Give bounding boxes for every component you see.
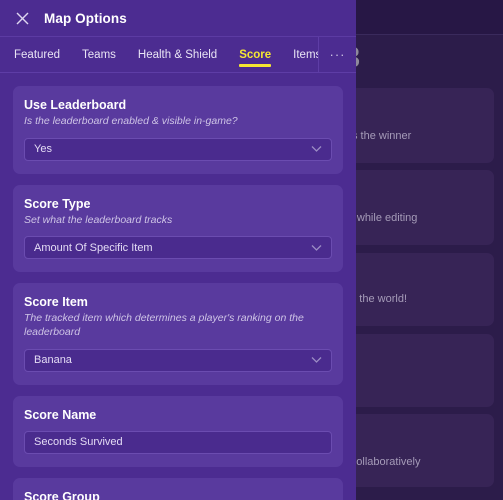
setting-title: Score Name [24,407,97,422]
setting-card: Use Leaderboard Is the leaderboard enable… [13,86,343,174]
tab-bar: FeaturedTeamsHealth & ShieldScoreItemsU … [0,37,356,73]
panel-header: Map Options [0,0,356,37]
setting-title: Score Item [24,295,88,310]
setting-description: The tracked item which determines a play… [24,312,304,338]
input-score-name[interactable]: Seconds Survived [24,430,332,454]
setting-title: Score Group [24,489,100,500]
setting-card: Score Item The tracked item which determi… [13,283,343,385]
chevron-down-icon [311,244,322,251]
chevron-down-icon [311,357,322,363]
setting-card: Score GroupHow is the leaderboard sorted… [13,477,343,500]
select-use-leaderboard[interactable]: Yes [24,137,332,161]
setting-description: Is the leaderboard enabled & visible in-… [24,115,238,127]
page-title: Map Options [44,10,127,26]
setting-description: Set what the leaderboard tracks [24,213,173,226]
setting-card: Score Type Set what the leaderboard track… [13,184,343,273]
select-score-item[interactable]: Banana [24,348,332,372]
settings-card-list: Use Leaderboard Is the leaderboard enable… [13,86,343,500]
field-value: Amount Of Specific Item [34,241,153,254]
field-value: Banana [34,354,72,367]
setting-title: Use Leaderboard [24,98,127,112]
tab-featured[interactable]: Featured [0,37,71,72]
settings-scroll-area[interactable]: Use Leaderboard Is the leaderboard enable… [0,74,356,500]
tab-score[interactable]: Score [228,37,282,72]
tab-overflow-ellipsis-icon[interactable]: ··· [318,37,356,72]
tab-teams[interactable]: Teams [71,37,127,72]
chevron-down-icon [311,146,322,153]
close-x-icon [16,12,28,24]
setting-card: Score Name Seconds Survived [13,395,343,467]
setting-title: Score Type [24,196,91,211]
map-options-panel: Map Options Featured Teams Health & Shield… [0,0,356,500]
tab-list: FeaturedTeamsHealth & ShieldScoreItemsU [0,37,356,72]
screen-root: 3 termined as the winnerto help you whil… [0,0,503,500]
field-value: Seconds Survived [34,436,123,449]
select-score-type[interactable]: Amount Of Specific Item [24,236,332,260]
field-value: Yes [34,143,52,156]
tab-health-shield[interactable]: Health & Shield [127,37,228,72]
close-icon[interactable] [0,0,44,37]
